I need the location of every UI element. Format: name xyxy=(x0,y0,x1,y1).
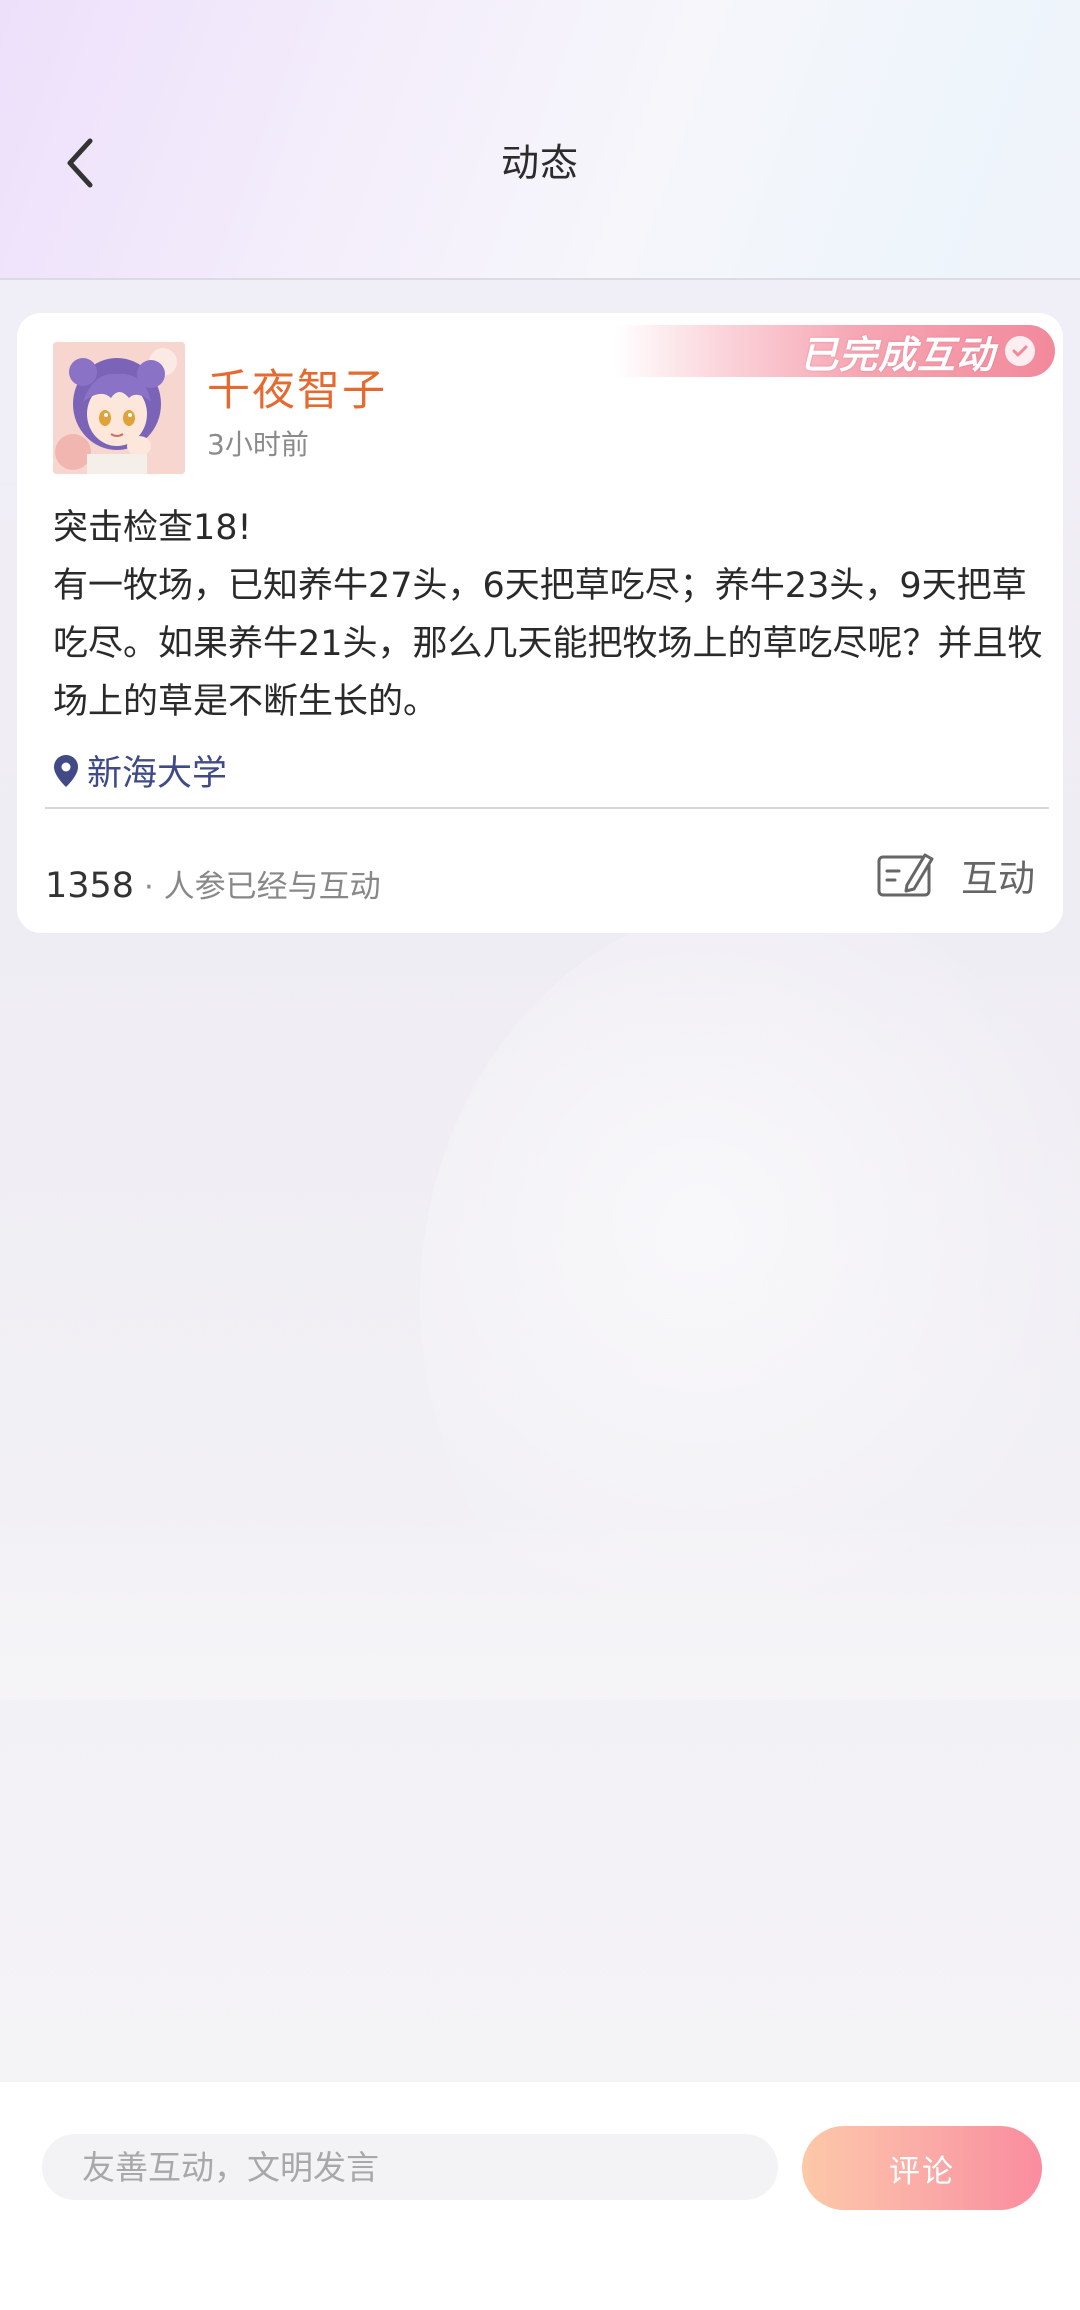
interact-label: 互动 xyxy=(961,857,1035,900)
header: 动态 xyxy=(0,0,1080,280)
page-title: 动态 xyxy=(500,141,579,185)
participant-label: 人参已经与互动 xyxy=(163,869,381,905)
post-card: 已完成互动 千夜智子 3小时前 突击检查18! 有一牧场，已知养牛27头，6天把… xyxy=(17,313,1063,933)
comment-submit-label: 评论 xyxy=(889,2153,955,2190)
check-circle-icon xyxy=(1005,336,1035,366)
completed-badge: 已完成互动 xyxy=(615,325,1055,377)
anime-girl-avatar-icon xyxy=(53,342,185,474)
edit-note-icon xyxy=(877,853,934,897)
participant-stats: 1358 · 人参已经与互动 xyxy=(45,861,381,906)
comment-input[interactable] xyxy=(42,2134,778,2200)
avatar[interactable] xyxy=(53,342,185,474)
interact-button[interactable]: 互动 xyxy=(877,848,1035,902)
separator-dot: · xyxy=(144,870,154,905)
comment-bar: 评论 xyxy=(0,2082,1080,2310)
post-content: 突击检查18! 有一牧场，已知养牛27头，6天把草吃尽；养牛23头，9天把草吃尽… xyxy=(53,508,1043,722)
location-label: 新海大学 xyxy=(87,754,228,794)
background-fade xyxy=(0,1500,1080,1700)
participant-count: 1358 xyxy=(45,866,135,906)
author-name[interactable]: 千夜智子 xyxy=(207,356,387,418)
completed-badge-label: 已完成互动 xyxy=(799,331,995,377)
post-time: 3小时前 xyxy=(207,428,309,461)
location-tag[interactable]: 新海大学 xyxy=(53,745,227,796)
location-pin-icon xyxy=(54,754,78,787)
comment-submit-button[interactable]: 评论 xyxy=(802,2126,1042,2210)
divider xyxy=(45,807,1049,809)
